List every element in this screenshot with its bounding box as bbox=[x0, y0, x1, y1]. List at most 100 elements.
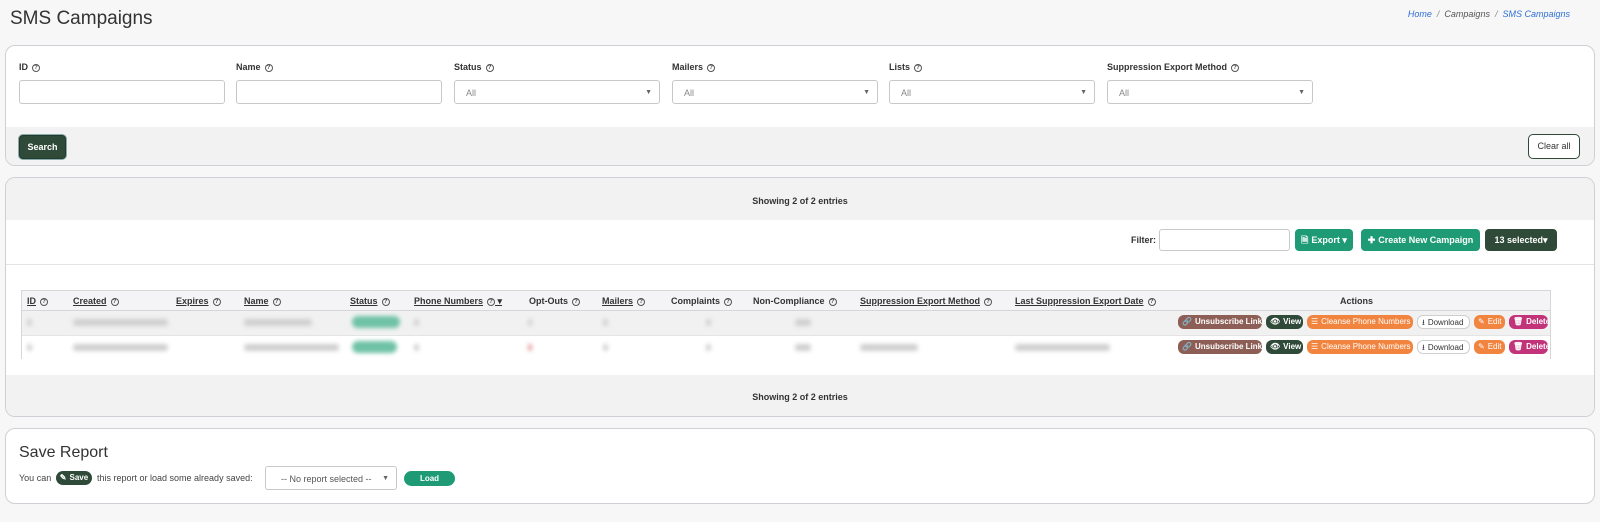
redacted-cell bbox=[27, 344, 32, 351]
help-icon[interactable]: ? bbox=[914, 63, 923, 72]
help-icon[interactable]: ? bbox=[707, 63, 716, 72]
download-button[interactable]: ⭳ Download bbox=[1417, 315, 1470, 329]
plus-icon: ✚ bbox=[1367, 235, 1376, 245]
caret-down-icon: ▼ bbox=[1298, 89, 1305, 96]
col-id[interactable]: ID? bbox=[27, 296, 48, 306]
delete-button[interactable]: 🗑 Delete bbox=[1509, 315, 1550, 329]
list-icon: ☰ bbox=[1311, 342, 1319, 351]
eye-icon: 👁 bbox=[1270, 342, 1281, 351]
table-filter-input[interactable] bbox=[1159, 229, 1290, 251]
col-complaints: Complaints? bbox=[671, 296, 733, 306]
filters-footer: Search Clear all bbox=[6, 127, 1594, 165]
help-icon: ? bbox=[110, 297, 119, 306]
link-icon: 🔗 bbox=[1182, 317, 1192, 326]
export-button[interactable]: 🗎 Export ▾ bbox=[1295, 229, 1353, 251]
redacted-cell bbox=[603, 319, 608, 326]
suppression-filter-label: Suppression Export Method? bbox=[1107, 62, 1240, 72]
redacted-cell bbox=[795, 344, 811, 351]
unsubscribe-links-button[interactable]: 🔗 Unsubscribe Links bbox=[1178, 340, 1267, 354]
col-mailers[interactable]: Mailers? bbox=[602, 296, 646, 306]
table-header: ID? Created? Expires? Name? Status? Phon… bbox=[22, 291, 1550, 311]
redacted-cell bbox=[706, 319, 711, 326]
help-icon: ? bbox=[381, 297, 390, 306]
col-expires[interactable]: Expires? bbox=[176, 296, 221, 306]
divider bbox=[6, 264, 1594, 265]
col-created[interactable]: Created? bbox=[73, 296, 119, 306]
save-report-text-end: this report or load some already saved: bbox=[97, 473, 253, 483]
view-button[interactable]: 👁 View bbox=[1266, 315, 1303, 329]
download-icon: ⭳ bbox=[1422, 318, 1425, 327]
save-button[interactable]: ✎ Save bbox=[56, 471, 92, 485]
help-icon: ? bbox=[984, 297, 993, 306]
redacted-cell bbox=[244, 319, 312, 326]
view-button[interactable]: 👁 View bbox=[1266, 340, 1303, 354]
redacted-status bbox=[352, 341, 397, 353]
name-filter-input[interactable] bbox=[236, 80, 442, 104]
status-filter-select[interactable]: All ▼ bbox=[454, 80, 660, 104]
help-icon: ? bbox=[487, 297, 496, 306]
redacted-cell bbox=[73, 344, 168, 351]
caret-down-icon: ▼ bbox=[1080, 89, 1087, 96]
delete-button[interactable]: 🗑 Delete bbox=[1509, 340, 1550, 354]
clear-all-button[interactable]: Clear all bbox=[1528, 134, 1580, 159]
breadcrumb-current[interactable]: SMS Campaigns bbox=[1502, 9, 1570, 19]
redacted-cell bbox=[528, 344, 532, 351]
help-icon[interactable]: ? bbox=[1231, 63, 1240, 72]
caret-down-icon: ▼ bbox=[645, 89, 652, 96]
edit-button[interactable]: ✎ Edit bbox=[1474, 340, 1505, 354]
unsubscribe-links-button[interactable]: 🔗 Unsubscribe Links bbox=[1178, 315, 1267, 329]
redacted-cell bbox=[27, 319, 32, 326]
load-button[interactable]: Load bbox=[404, 471, 455, 486]
col-phone-numbers[interactable]: Phone Numbers? ▾ bbox=[414, 296, 502, 307]
lists-filter-select[interactable]: All ▼ bbox=[889, 80, 1095, 104]
edit-icon: ✎ bbox=[1478, 317, 1485, 326]
table-row: 🔗 Unsubscribe Links 👁 View ☰ Cleanse Phone … bbox=[22, 311, 1550, 335]
help-icon: ? bbox=[828, 297, 837, 306]
redacted-cell bbox=[603, 344, 608, 351]
sort-desc-icon: ▾ bbox=[497, 296, 503, 306]
breadcrumb-home[interactable]: Home bbox=[1408, 9, 1432, 19]
trash-icon: 🗑 bbox=[1513, 342, 1524, 351]
row-actions: 🔗 Unsubscribe Links 👁 View ☰ Cleanse Phone … bbox=[1178, 340, 1550, 354]
help-icon: ? bbox=[40, 297, 48, 306]
id-filter-input[interactable] bbox=[19, 80, 225, 104]
search-button[interactable]: Search bbox=[19, 135, 66, 159]
columns-selected-button[interactable]: 13 selected▾ bbox=[1485, 229, 1557, 251]
breadcrumb: Home / Campaigns / SMS Campaigns bbox=[1407, 9, 1570, 19]
help-icon: ? bbox=[1147, 297, 1156, 306]
help-icon[interactable]: ? bbox=[485, 63, 494, 72]
col-suppression-export-method[interactable]: Suppression Export Method? bbox=[860, 296, 993, 306]
id-filter-label: ID? bbox=[19, 62, 40, 72]
showing-entries-top: Showing 2 of 2 entries bbox=[752, 196, 848, 206]
col-name[interactable]: Name? bbox=[244, 296, 281, 306]
filter-label: Filter: bbox=[1131, 235, 1157, 245]
help-icon[interactable]: ? bbox=[264, 63, 273, 72]
create-campaign-button[interactable]: ✚ Create New Campaign bbox=[1361, 229, 1480, 251]
page-title: SMS Campaigns bbox=[10, 8, 153, 29]
redacted-cell bbox=[795, 319, 811, 326]
mailers-filter-select[interactable]: All ▼ bbox=[672, 80, 878, 104]
suppression-filter-select[interactable]: All ▼ bbox=[1107, 80, 1313, 104]
breadcrumb-campaigns[interactable]: Campaigns bbox=[1444, 9, 1490, 19]
cleanse-phone-numbers-button[interactable]: ☰ Cleanse Phone Numbers bbox=[1307, 315, 1413, 329]
report-select[interactable]: -- No report selected -- ▼ bbox=[265, 466, 397, 490]
help-icon[interactable]: ? bbox=[32, 63, 40, 72]
help-icon: ? bbox=[572, 297, 580, 306]
caret-down-icon: ▼ bbox=[382, 475, 389, 482]
edit-button[interactable]: ✎ Edit bbox=[1474, 315, 1505, 329]
mailers-filter-label: Mailers? bbox=[672, 62, 716, 72]
filters-panel: ID? Name? Status? All ▼ Mailers? All ▼ Lis… bbox=[5, 45, 1595, 166]
col-non-compliance: Non-Compliance? bbox=[753, 296, 837, 306]
redacted-cell bbox=[1015, 344, 1110, 351]
cleanse-phone-numbers-button[interactable]: ☰ Cleanse Phone Numbers bbox=[1307, 340, 1413, 354]
redacted-cell bbox=[414, 319, 419, 326]
download-button[interactable]: ⭳ Download bbox=[1417, 340, 1470, 354]
link-icon: 🔗 bbox=[1182, 342, 1192, 351]
col-status[interactable]: Status? bbox=[350, 296, 390, 306]
redacted-cell bbox=[244, 344, 339, 351]
showing-entries-bottom: Showing 2 of 2 entries bbox=[752, 392, 848, 402]
help-icon: ? bbox=[212, 297, 221, 306]
row-actions: 🔗 Unsubscribe Links 👁 View ☰ Cleanse Phone … bbox=[1178, 315, 1550, 329]
name-filter-label: Name? bbox=[236, 62, 273, 72]
col-last-suppression-export-date[interactable]: Last Suppression Export Date? bbox=[1015, 296, 1156, 306]
